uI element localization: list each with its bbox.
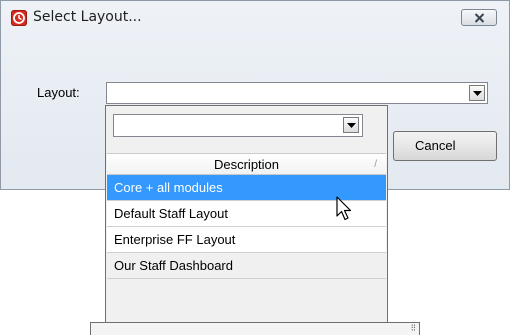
column-header-label: Description <box>213 157 280 172</box>
chevron-down-icon <box>473 91 482 96</box>
list-item-label: Core + all modules <box>114 180 223 195</box>
dialog-title: Select Layout... <box>33 9 142 25</box>
layout-combobox[interactable] <box>106 82 488 104</box>
layout-label: Layout: <box>37 85 80 100</box>
list-item-label: Enterprise FF Layout <box>114 232 236 247</box>
close-icon <box>474 13 485 23</box>
list-item[interactable]: Enterprise FF Layout <box>107 227 386 253</box>
title-bar: Select Layout... <box>1 1 510 35</box>
cancel-button[interactable]: Cancel <box>393 131 497 161</box>
list-item-label: Our Staff Dashboard <box>114 258 233 273</box>
filter-combobox[interactable] <box>113 114 363 137</box>
sort-indicator-icon: / <box>374 159 377 170</box>
clock-icon <box>11 10 27 26</box>
resize-grip-icon[interactable]: ⁝⁝ <box>411 324 416 334</box>
layout-dropdown-button[interactable] <box>469 85 485 101</box>
filter-dropdown-button[interactable] <box>343 117 359 133</box>
mouse-cursor-icon <box>336 196 352 221</box>
close-button[interactable] <box>461 9 497 26</box>
chevron-down-icon <box>347 123 356 128</box>
list-item[interactable]: Our Staff Dashboard <box>107 253 386 279</box>
column-header-description[interactable]: Description / <box>107 153 386 175</box>
resize-bar[interactable]: ⁝⁝ <box>90 322 420 335</box>
list-item-label: Default Staff Layout <box>114 206 228 221</box>
